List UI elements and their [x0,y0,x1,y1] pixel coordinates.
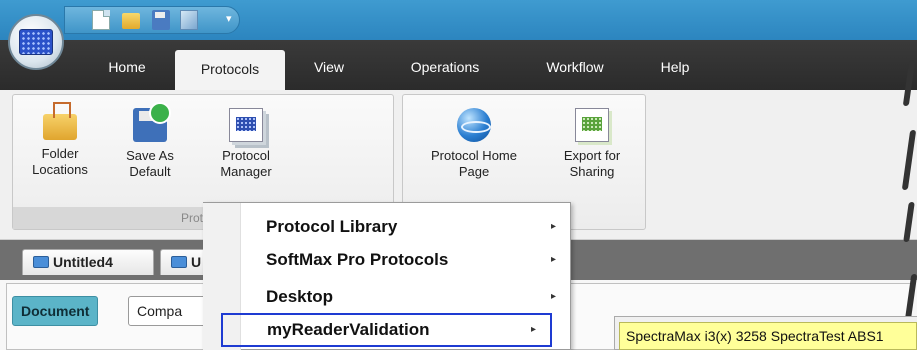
menu-item-softmax-pro-protocols[interactable]: SoftMax Pro Protocols ▸ [241,243,570,277]
protocol-manager-button[interactable]: Protocol Manager [206,108,286,180]
document-tab-untitled4[interactable]: Untitled4 [22,249,154,275]
submenu-arrow-icon: ▸ [550,291,556,302]
protocol-home-page-line1: Protocol Home [431,148,517,163]
menu-item-myreadervalidation[interactable]: myReaderValidation ▸ [221,313,552,347]
document-tab-label: U [191,254,202,270]
plate-export-icon [575,108,609,142]
tab-help[interactable]: Help [648,48,702,86]
menu-item-label: Protocol Library [266,217,398,236]
new-document-icon[interactable] [92,10,110,30]
document-tab-label: Untitled4 [53,254,113,270]
submenu-arrow-icon: ▸ [550,221,556,232]
folder-locations-line1: Folder [41,146,79,161]
folder-locations-line2: Locations [32,162,88,177]
plate-stack-icon [229,108,263,142]
protocol-home-page-line2: Page [458,164,490,179]
save-as-default-button[interactable]: Save As Default [114,102,186,180]
tab-workflow[interactable]: Workflow [528,48,622,86]
export-for-sharing-line1: Export for [563,148,621,163]
globe-icon [457,108,491,142]
qat-customize-dropdown[interactable]: ▾ [226,12,232,25]
microplate-icon [19,29,53,55]
document-button[interactable]: Document [12,296,99,326]
tab-operations[interactable]: Operations [392,48,498,86]
submenu-arrow-icon: ▸ [550,254,556,265]
protocol-manager-line1: Protocol [222,148,270,163]
tab-view[interactable]: View [298,48,360,86]
edge-segment [903,202,915,242]
document-icon [171,256,187,268]
save-icon[interactable] [152,10,170,30]
menu-item-label: SoftMax Pro Protocols [266,250,449,269]
open-folder-icon[interactable] [122,13,140,29]
protocol-manager-line2: Manager [220,164,272,179]
menu-item-desktop[interactable]: Desktop ▸ [241,280,570,314]
menu-item-label: myReaderValidation [267,320,430,339]
window-edge-decoration [898,34,917,350]
save-as-default-line1: Save As [126,148,174,163]
save-as-default-line2: Default [129,164,171,179]
export-for-sharing-button[interactable]: Export for Sharing [546,108,638,180]
submenu-item-spectramax-test[interactable]: SpectraMax i3(x) 3258 SpectraTest ABS1 [619,322,917,350]
save-check-icon [133,102,171,142]
folder-tree-icon [43,102,77,140]
protocol-home-page-button[interactable]: Protocol Home Page [410,108,538,180]
edge-segment [901,130,917,190]
tab-protocols[interactable]: Protocols [175,50,285,90]
folder-locations-button[interactable]: Folder Locations [22,102,98,178]
application-menu-button[interactable] [8,14,64,70]
tools-icon[interactable] [180,10,198,30]
tab-home[interactable]: Home [84,48,170,86]
submenu-arrow-icon: ▸ [530,324,536,335]
compare-button[interactable]: Compa [128,296,208,326]
menu-item-protocol-library[interactable]: Protocol Library ▸ [241,210,570,244]
edge-segment [902,60,916,106]
menu-item-label: Desktop [266,287,334,306]
document-icon [33,256,49,268]
export-for-sharing-line2: Sharing [569,164,615,179]
